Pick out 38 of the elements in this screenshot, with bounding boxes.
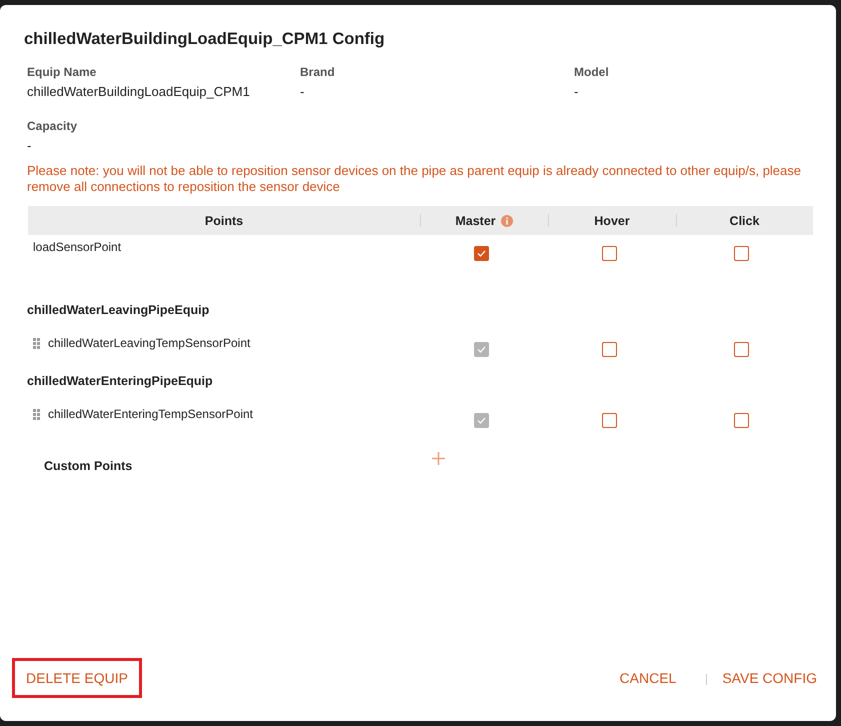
cancel-button[interactable]: CANCEL — [620, 670, 676, 686]
hover-checkbox[interactable] — [602, 413, 616, 428]
add-point-button[interactable] — [432, 452, 445, 465]
hover-checkbox[interactable] — [602, 342, 616, 357]
field-label: Capacity — [27, 118, 78, 134]
field-label: Equip Name — [27, 64, 96, 80]
click-checkbox[interactable] — [734, 413, 749, 428]
column-header: Master — [455, 214, 496, 228]
drag-handle-icon[interactable] — [33, 338, 40, 349]
field-value: chilledWaterBuildingLoadEquip_CPM1 — [27, 84, 250, 100]
equip-group-title: chilledWaterLeavingPipeEquip — [27, 303, 210, 317]
info-icon[interactable] — [500, 214, 513, 226]
field-label: Model — [574, 64, 609, 80]
custom-points-label: Custom Points — [44, 459, 132, 473]
field-value: - — [27, 138, 32, 154]
plus-icon — [432, 452, 445, 465]
field-label: Brand — [300, 64, 335, 80]
equip-group-title: chilledWaterEnteringPipeEquip — [27, 374, 213, 388]
warning-note: Please note: you will not be able to reposition sensor devices on the pipe as parent equip is already connected to other equip/s, please remove all connections to reposition the sensor device — [27, 163, 802, 195]
column-header: Points — [204, 214, 244, 228]
hover-checkbox[interactable] — [602, 246, 616, 261]
check-icon — [476, 417, 486, 424]
field-value: - — [300, 84, 304, 100]
save-config-button[interactable]: SAVE CONFIG — [722, 670, 817, 686]
master-checkbox[interactable] — [474, 246, 488, 261]
dialog-title: chilledWaterBuildingLoadEquip_CPM1 Config — [24, 29, 385, 50]
point-name: chilledWaterEnteringTempSensorPoint — [48, 407, 253, 421]
point-name: loadSensorPoint — [33, 240, 122, 254]
column-header: Hover — [594, 214, 630, 228]
column-header: Click — [730, 214, 760, 228]
click-checkbox[interactable] — [734, 342, 749, 357]
point-name: chilledWaterLeavingTempSensorPoint — [48, 336, 250, 350]
check-icon — [476, 250, 486, 257]
delete-equip-button[interactable]: DELETE EQUIP — [12, 658, 142, 698]
field-value: - — [574, 84, 578, 100]
click-checkbox[interactable] — [734, 246, 749, 261]
drag-handle-icon[interactable] — [33, 409, 40, 420]
check-icon — [476, 346, 486, 353]
